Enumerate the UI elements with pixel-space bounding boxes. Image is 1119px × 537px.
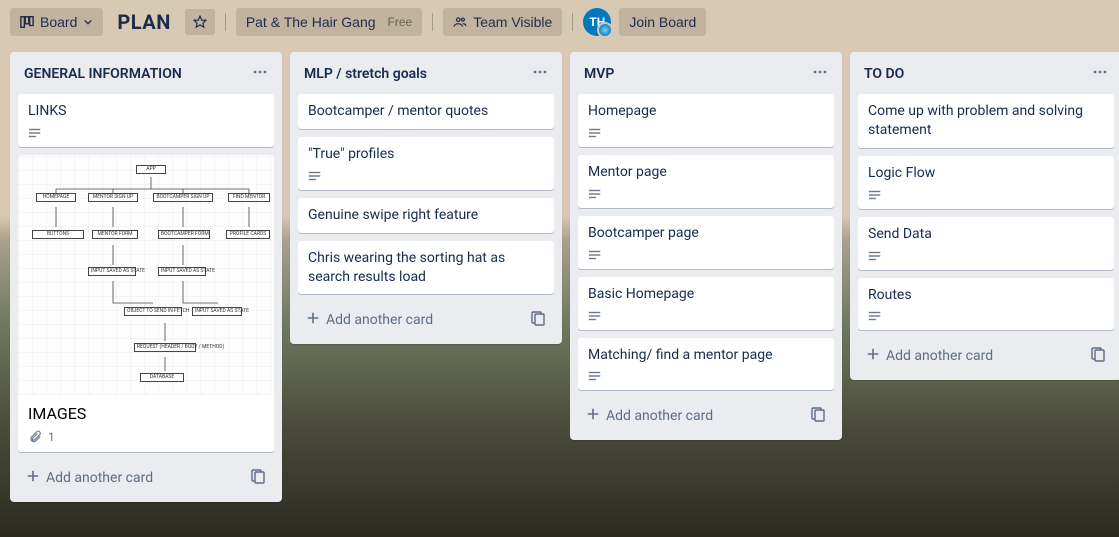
list-menu-button[interactable]	[530, 62, 550, 86]
plus-icon	[26, 469, 40, 487]
description-icon	[28, 127, 42, 139]
list-menu-button[interactable]	[250, 62, 270, 86]
team-label: Pat & The Hair Gang	[246, 14, 376, 30]
card[interactable]: Come up with problem and solving stateme…	[858, 94, 1114, 148]
card[interactable]: Genuine swipe right feature	[298, 198, 554, 233]
people-icon	[453, 15, 467, 29]
card[interactable]: Mentor page	[578, 155, 834, 208]
card[interactable]: LINKS	[18, 94, 274, 147]
list-menu-button[interactable]	[1090, 62, 1110, 86]
star-button[interactable]	[185, 9, 215, 35]
list-mlp-stretch-goals: MLP / stretch goals Bootcamper / mentor …	[290, 52, 562, 344]
avatar[interactable]: TH	[583, 8, 611, 36]
list-general-information: GENERAL INFORMATION LINKS APP HOMEPAGE M…	[10, 52, 282, 502]
view-switcher-label: Board	[40, 14, 77, 30]
chevron-down-icon	[83, 17, 93, 27]
description-icon	[588, 127, 602, 139]
list-mvp: MVP Homepage Mentor page Bootcamper page…	[570, 52, 842, 440]
add-card-label: Add another card	[606, 408, 713, 424]
card-title: "True" profiles	[308, 145, 544, 164]
description-icon	[588, 249, 602, 261]
view-switcher[interactable]: Board	[10, 8, 103, 36]
card-title: IMAGES	[28, 403, 264, 425]
description-icon	[868, 310, 882, 322]
create-from-template-button[interactable]	[806, 402, 830, 430]
create-from-template-button[interactable]	[246, 464, 270, 492]
card-title: Basic Homepage	[588, 285, 824, 304]
card[interactable]: APP HOMEPAGE MENTOR SIGN UP BOOTCAMPER S…	[18, 155, 274, 453]
card-title: Chris wearing the sorting hat as search …	[308, 249, 544, 287]
description-icon	[868, 250, 882, 262]
add-card-label: Add another card	[46, 470, 153, 486]
card[interactable]: Routes	[858, 278, 1114, 331]
plus-icon	[586, 407, 600, 425]
list-to-do: TO DO Come up with problem and solving s…	[850, 52, 1119, 380]
description-icon	[588, 310, 602, 322]
card-title: Mentor page	[588, 163, 824, 182]
description-icon	[588, 188, 602, 200]
board-title[interactable]: PLAN	[111, 10, 176, 34]
board-canvas: GENERAL INFORMATION LINKS APP HOMEPAGE M…	[0, 44, 1119, 537]
card-title: Genuine swipe right feature	[308, 206, 544, 225]
card-title: LINKS	[28, 102, 264, 121]
description-icon	[588, 370, 602, 382]
add-card-button[interactable]: Add another card	[302, 307, 526, 333]
visibility-button[interactable]: Team Visible	[443, 8, 562, 36]
add-card-button[interactable]: Add another card	[862, 343, 1086, 369]
plus-icon	[866, 347, 880, 365]
plan-badge: Free	[388, 15, 413, 29]
list-title[interactable]: MLP / stretch goals	[304, 66, 427, 82]
card[interactable]: Basic Homepage	[578, 277, 834, 330]
card-title: Routes	[868, 286, 1104, 305]
list-title[interactable]: GENERAL INFORMATION	[24, 66, 182, 82]
create-from-template-button[interactable]	[526, 306, 550, 334]
list-title[interactable]: MVP	[584, 66, 614, 82]
card-title: Bootcamper / mentor quotes	[308, 102, 544, 121]
board-icon	[20, 15, 34, 29]
join-board-button[interactable]: Join Board	[619, 8, 706, 36]
card[interactable]: Chris wearing the sorting hat as search …	[298, 241, 554, 295]
list-menu-button[interactable]	[810, 62, 830, 86]
attachment-count: 1	[48, 430, 55, 444]
attachment-icon	[28, 430, 42, 444]
create-from-template-button[interactable]	[1086, 342, 1110, 370]
card-title: Logic Flow	[868, 164, 1104, 183]
card-title: Send Data	[868, 225, 1104, 244]
divider	[572, 13, 573, 31]
card[interactable]: Bootcamper / mentor quotes	[298, 94, 554, 129]
card-cover-image: APP HOMEPAGE MENTOR SIGN UP BOOTCAMPER S…	[18, 155, 274, 395]
add-card-label: Add another card	[886, 348, 993, 364]
add-card-label: Add another card	[326, 312, 433, 328]
divider	[432, 13, 433, 31]
join-label: Join Board	[629, 14, 696, 30]
card[interactable]: Logic Flow	[858, 156, 1114, 209]
card[interactable]: Matching/ find a mentor page	[578, 338, 834, 391]
description-icon	[868, 189, 882, 201]
card-title: Come up with problem and solving stateme…	[868, 102, 1104, 140]
card[interactable]: Homepage	[578, 94, 834, 147]
add-card-button[interactable]: Add another card	[22, 465, 246, 491]
card[interactable]: Bootcamper page	[578, 216, 834, 269]
description-icon	[308, 170, 322, 182]
team-button[interactable]: Pat & The Hair Gang Free	[236, 8, 422, 36]
star-icon	[193, 15, 207, 29]
card[interactable]: Send Data	[858, 217, 1114, 270]
card-title: Matching/ find a mentor page	[588, 346, 824, 365]
card-title: Bootcamper page	[588, 224, 824, 243]
plus-icon	[306, 311, 320, 329]
card-title: Homepage	[588, 102, 824, 121]
list-title[interactable]: TO DO	[864, 66, 904, 82]
visibility-label: Team Visible	[473, 14, 552, 30]
board-header: Board PLAN Pat & The Hair Gang Free Team…	[0, 0, 1119, 44]
card[interactable]: "True" profiles	[298, 137, 554, 190]
add-card-button[interactable]: Add another card	[582, 403, 806, 429]
divider	[225, 13, 226, 31]
